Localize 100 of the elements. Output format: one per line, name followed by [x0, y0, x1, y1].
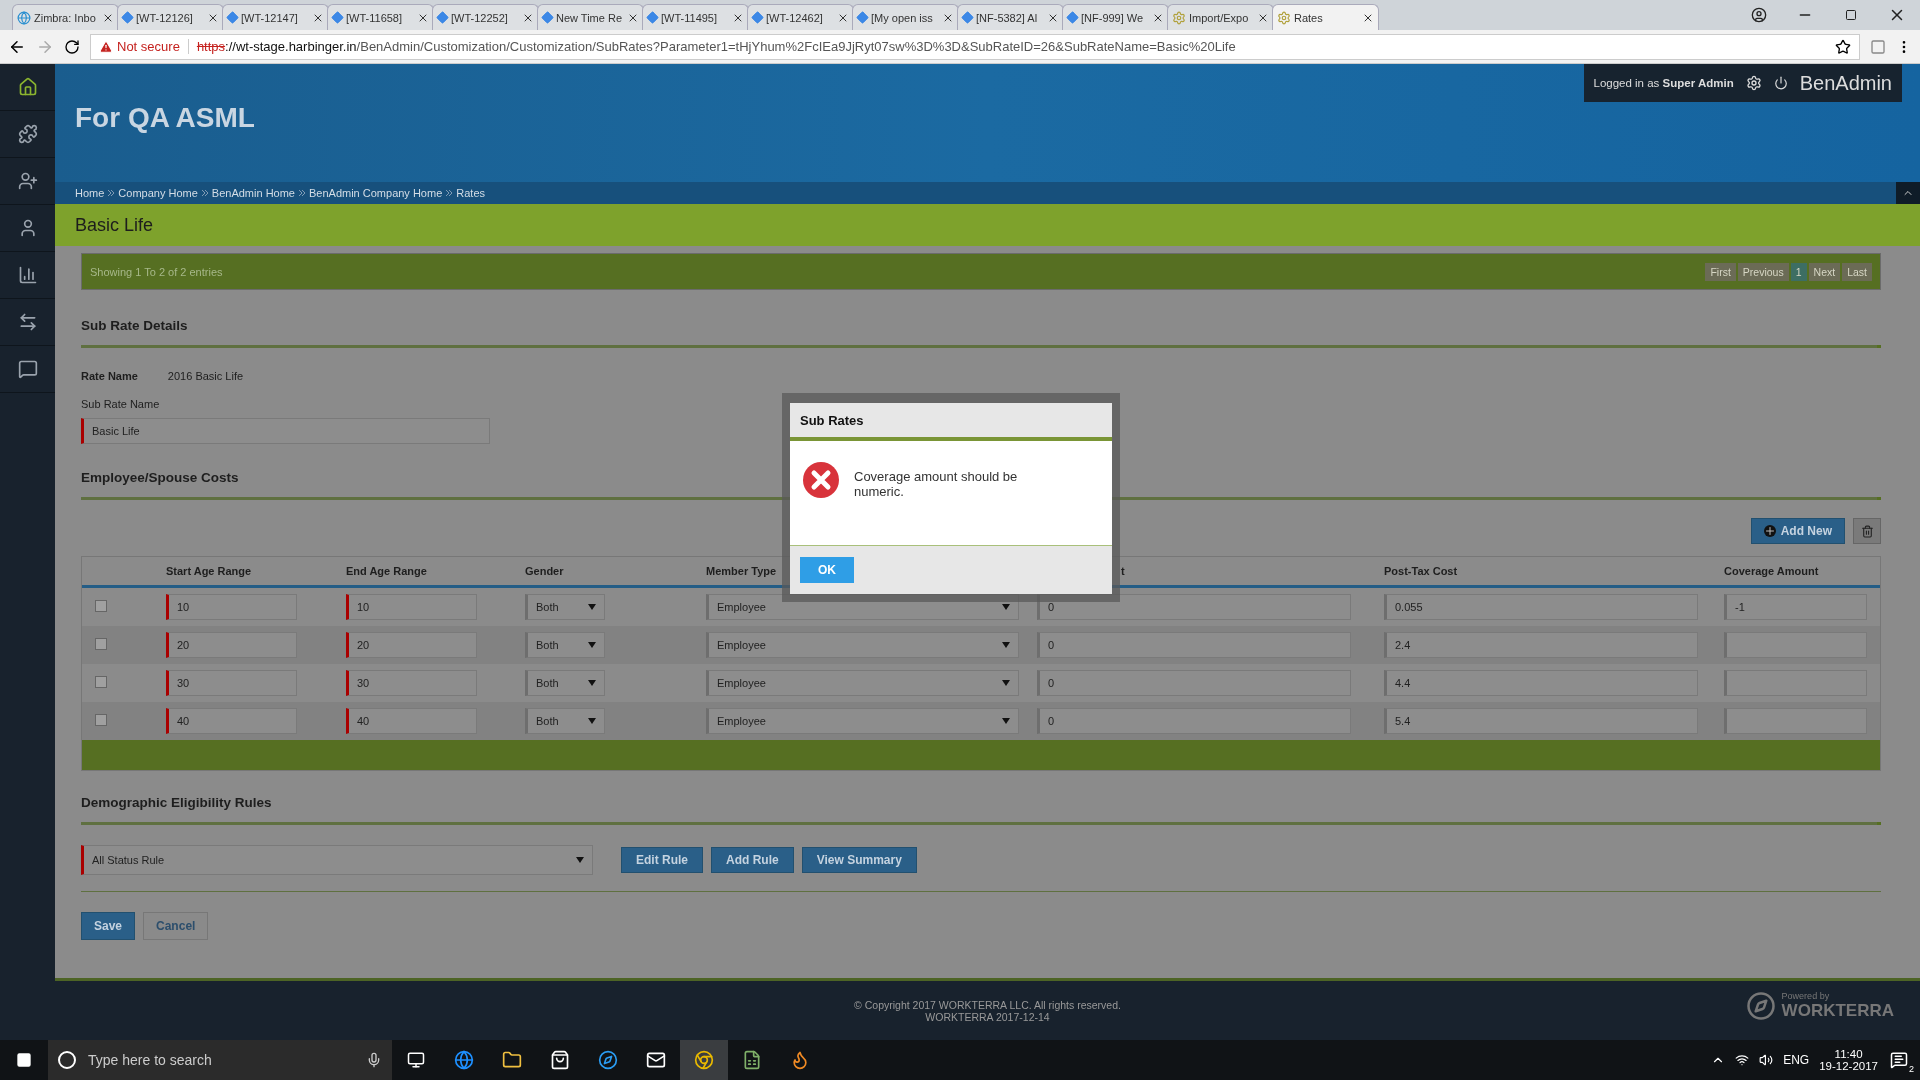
settings-icon[interactable]	[1745, 75, 1762, 91]
breadcrumb-link[interactable]: BenAdmin Home	[211, 187, 295, 199]
clock[interactable]: 11:40 19-12-2017	[1819, 1048, 1878, 1072]
pager-button[interactable]: Next	[1808, 262, 1841, 281]
add-new-button[interactable]: Add New	[1750, 518, 1845, 544]
section-heading: Demographic Eligibility Rules	[81, 795, 272, 810]
browser-tab[interactable]: [My open iss	[852, 4, 959, 30]
row-checkbox[interactable]	[95, 638, 107, 650]
pager-button[interactable]: Previous	[1737, 262, 1789, 281]
plus-icon	[1763, 525, 1776, 537]
member-type-select[interactable]: Employee	[706, 670, 1019, 696]
section-heading: Employee/Spouse Costs	[81, 470, 239, 485]
ok-button[interactable]: OK	[800, 557, 854, 583]
pre-tax-cost-field[interactable]: 0	[1037, 632, 1351, 658]
separator-icon	[446, 190, 453, 196]
browser-tab[interactable]: New Time Re	[537, 4, 644, 30]
form-button[interactable]: Save	[81, 912, 136, 940]
field-value: 2016 Basic Life	[167, 370, 244, 382]
post-tax-cost-field[interactable]: 5.4	[1384, 708, 1698, 734]
post-tax-cost-field[interactable]: 2.4	[1384, 632, 1698, 658]
copyright-text: © Copyright 2017 WORKTERRA LLC. All rights reserved.	[854, 998, 1121, 1011]
post-tax-cost-field[interactable]: 0.055	[1384, 594, 1698, 620]
pager-button[interactable]: First	[1705, 262, 1736, 281]
breadcrumb-link[interactable]: Company Home	[118, 187, 198, 199]
network-icon[interactable]	[1735, 1053, 1750, 1067]
collapse-button[interactable]	[1896, 182, 1920, 204]
browser-tab[interactable]: [NF-999] We	[1062, 4, 1169, 30]
coverage-amount-field[interactable]	[1724, 670, 1867, 696]
page-title: Basic Life	[55, 204, 1920, 246]
browser-tab[interactable]: Zimbra: Inbo	[12, 4, 119, 30]
post-tax-cost-field[interactable]: 4.4	[1384, 670, 1698, 696]
reload-icon[interactable]	[64, 38, 80, 55]
start-age-field[interactable]: 20	[166, 632, 297, 658]
bookmark-star-icon[interactable]	[1835, 38, 1851, 55]
coverage-amount-field[interactable]	[1724, 632, 1867, 658]
address-field[interactable]: Not secure https://wt-stage.harbinger.in/BenAdmin/Customization/Customization/SubRates?Parameter1=tHjYhum%2FcIEa9JjRyt07sw%3D%3D&SubRateID=26&SubRateName=Basic%20Life	[90, 33, 1860, 60]
browser-tab[interactable]: Rates	[1272, 4, 1379, 30]
gender-select[interactable]: Both	[525, 594, 605, 620]
dropdown-arrow-icon	[588, 680, 596, 686]
browser-tab[interactable]: Import/Expo	[1167, 4, 1274, 30]
breadcrumb-link[interactable]: Rates	[456, 187, 486, 199]
section-heading: Sub Rate Details	[81, 318, 188, 333]
row-checkbox[interactable]	[95, 676, 107, 688]
language-indicator[interactable]: ENG	[1783, 1053, 1810, 1067]
rule-button[interactable]: View Summary	[801, 847, 917, 873]
pre-tax-cost-field[interactable]: 0	[1037, 594, 1351, 620]
pre-tax-cost-field[interactable]: 0	[1037, 708, 1351, 734]
delete-button[interactable]	[1853, 518, 1881, 544]
chrome-icon[interactable]	[680, 1040, 728, 1080]
gender-select[interactable]: Both	[525, 632, 605, 658]
breadcrumb-link[interactable]: BenAdmin Company Home	[309, 187, 443, 199]
trash-icon	[1860, 524, 1874, 538]
dropdown-arrow-icon	[1002, 680, 1010, 686]
browser-tab[interactable]: [WT-11495]	[642, 4, 749, 30]
sub-rate-name-field[interactable]: Basic Life	[81, 418, 490, 444]
error-icon	[802, 461, 840, 499]
coverage-amount-field[interactable]	[1724, 708, 1867, 734]
start-age-field[interactable]: 10	[166, 594, 297, 620]
brand-name: BenAdmin	[1799, 71, 1892, 95]
rule-select[interactable]: All Status Rule	[81, 845, 593, 875]
end-age-field[interactable]: 40	[346, 708, 477, 734]
entries-summary: Showing 1 To 2 of 2 entries	[90, 265, 223, 278]
row-checkbox[interactable]	[95, 714, 107, 726]
breadcrumb-link[interactable]: Home	[75, 187, 105, 199]
browser-tab[interactable]: [NF-5382] Al	[957, 4, 1064, 30]
member-type-select[interactable]: Employee	[706, 632, 1019, 658]
volume-icon[interactable]	[1759, 1053, 1774, 1067]
browser-tab[interactable]: [WT-12126]	[117, 4, 224, 30]
dropdown-arrow-icon	[1002, 604, 1010, 610]
power-icon[interactable]	[1773, 76, 1788, 90]
powered-by-logo: Powered by WORKTERRA	[1745, 991, 1894, 1021]
microphone-icon	[366, 1052, 382, 1068]
start-age-field[interactable]: 30	[166, 670, 297, 696]
gender-select[interactable]: Both	[525, 670, 605, 696]
form-button[interactable]: Cancel	[143, 912, 209, 940]
browser-tab[interactable]: [WT-12252]	[432, 4, 539, 30]
browser-tab[interactable]: [WT-12147]	[222, 4, 329, 30]
dropdown-arrow-icon	[576, 857, 584, 863]
field-label: Sub Rate Name	[81, 398, 160, 410]
member-type-select[interactable]: Employee	[706, 708, 1019, 734]
dropdown-arrow-icon	[1002, 718, 1010, 724]
coverage-amount-field[interactable]: -1	[1724, 594, 1867, 620]
row-checkbox[interactable]	[95, 600, 107, 612]
browser-tab[interactable]: [WT-12462]	[747, 4, 854, 30]
gender-select[interactable]: Both	[525, 708, 605, 734]
end-age-field[interactable]: 30	[346, 670, 477, 696]
rule-button[interactable]: Edit Rule	[621, 847, 703, 873]
dialog-title: Sub Rates	[790, 403, 1112, 441]
browser-tab[interactable]: [WT-11658]	[327, 4, 434, 30]
end-age-field[interactable]: 10	[346, 594, 477, 620]
pre-tax-cost-field[interactable]: 0	[1037, 670, 1351, 696]
end-age-field[interactable]: 20	[346, 632, 477, 658]
pager-button[interactable]: 1	[1790, 262, 1807, 281]
start-age-field[interactable]: 40	[166, 708, 297, 734]
pager-button[interactable]: Last	[1842, 262, 1872, 281]
rule-button[interactable]: Add Rule	[711, 847, 794, 873]
logged-in-text: Logged in as Super Admin	[1593, 77, 1734, 89]
column-header: Coverage Amount	[1724, 565, 1819, 577]
taskbar-search-field[interactable]: Type here to search	[48, 1040, 392, 1080]
column-header: End Age Range	[346, 565, 427, 577]
